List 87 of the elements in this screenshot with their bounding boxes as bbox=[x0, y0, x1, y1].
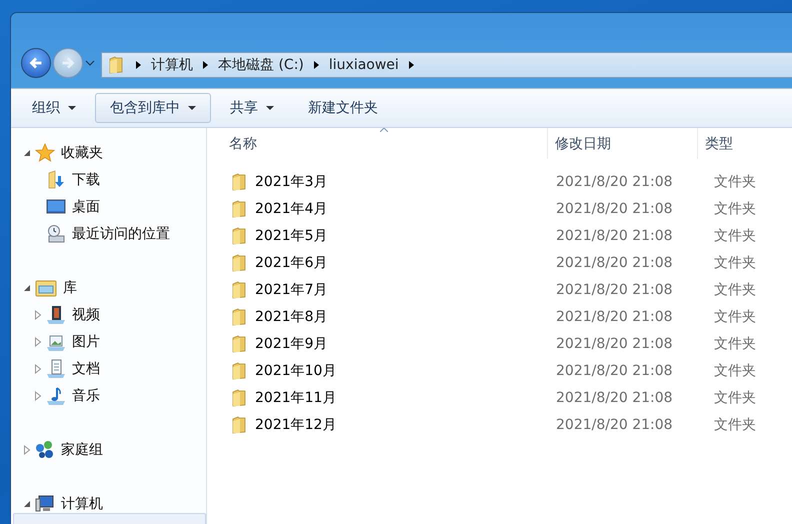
address-bar[interactable]: 计算机 本地磁盘 (C:) liuxiaowei bbox=[101, 52, 792, 78]
breadcrumb-arrow-icon[interactable] bbox=[314, 61, 319, 69]
toolbar-button[interactable]: 新建文件夹 bbox=[293, 93, 393, 123]
breadcrumb-item[interactable]: liuxiaowei bbox=[328, 57, 399, 73]
nav-item[interactable]: 计算机 bbox=[61, 494, 103, 512]
library-folder-icon bbox=[35, 278, 57, 298]
nav-item[interactable]: 库 bbox=[63, 278, 77, 296]
computer-icon bbox=[35, 494, 55, 514]
file-name[interactable]: 2021年11月 bbox=[255, 388, 336, 406]
file-type: 文件夹 bbox=[713, 280, 756, 298]
collapse-arrow-icon[interactable] bbox=[23, 148, 31, 158]
homegroup-icon bbox=[35, 440, 55, 460]
file-name[interactable]: 2021年4月 bbox=[255, 200, 328, 218]
nav-item[interactable]: 下载 bbox=[72, 170, 100, 188]
nav-item[interactable]: 视频 bbox=[72, 306, 100, 324]
modified-date: 2021/8/20 21:08 bbox=[555, 174, 674, 190]
collapse-arrow-icon[interactable] bbox=[23, 498, 31, 508]
nav-item[interactable]: 桌面 bbox=[72, 198, 100, 216]
expand-arrow-icon[interactable] bbox=[34, 310, 42, 320]
file-name[interactable]: 2021年7月 bbox=[255, 280, 328, 298]
modified-date: 2021/8/20 21:08 bbox=[555, 200, 674, 216]
nav-item[interactable]: 收藏夹 bbox=[61, 144, 103, 162]
desktop-icon bbox=[46, 196, 66, 216]
nav-item[interactable]: 最近访问的位置 bbox=[72, 224, 170, 242]
toolbar-button[interactable]: 组织 bbox=[17, 93, 91, 123]
toolbar-button[interactable]: 共享 bbox=[215, 93, 289, 123]
toolbar-button[interactable]: 包含到库中 bbox=[95, 93, 211, 123]
breadcrumb-arrow-icon[interactable] bbox=[408, 61, 414, 69]
modified-date: 2021/8/20 21:08 bbox=[555, 416, 674, 432]
folder-icon bbox=[108, 56, 124, 74]
folder-icon bbox=[231, 200, 247, 218]
folder-icon bbox=[231, 308, 247, 326]
file-type: 文件夹 bbox=[713, 254, 756, 272]
folder-icon bbox=[231, 226, 247, 244]
breadcrumb-item[interactable]: 本地磁盘 (C:) bbox=[218, 56, 304, 74]
file-type: 文件夹 bbox=[713, 388, 756, 406]
file-name[interactable]: 2021年8月 bbox=[255, 308, 328, 326]
nav-item[interactable]: 文档 bbox=[72, 360, 100, 378]
column-header[interactable]: 名称 bbox=[207, 128, 548, 159]
file-type: 文件夹 bbox=[713, 334, 756, 352]
modified-date: 2021/8/20 21:08 bbox=[555, 228, 674, 244]
collapse-arrow-icon[interactable] bbox=[23, 282, 31, 292]
file-name[interactable]: 2021年9月 bbox=[255, 334, 328, 352]
document-library-icon bbox=[46, 358, 66, 378]
nav-item[interactable]: 音乐 bbox=[72, 386, 100, 404]
file-name[interactable]: 2021年5月 bbox=[255, 226, 328, 244]
modified-date: 2021/8/20 21:08 bbox=[555, 254, 674, 270]
column-header[interactable]: 修改日期 bbox=[548, 128, 698, 159]
modified-date: 2021/8/20 21:08 bbox=[555, 390, 674, 406]
download-folder-icon bbox=[46, 170, 66, 190]
folder-icon bbox=[231, 172, 247, 190]
folder-icon bbox=[231, 416, 247, 434]
file-name[interactable]: 2021年3月 bbox=[255, 172, 328, 190]
breadcrumb-item[interactable]: 计算机 bbox=[151, 56, 193, 74]
file-type: 文件夹 bbox=[713, 172, 756, 190]
breadcrumb-arrow-icon[interactable] bbox=[136, 61, 141, 69]
file-name[interactable]: 2021年10月 bbox=[255, 362, 336, 380]
nav-item[interactable]: 图片 bbox=[72, 332, 100, 350]
music-note-icon bbox=[46, 386, 66, 406]
file-name[interactable]: 2021年12月 bbox=[255, 416, 336, 434]
file-type: 文件夹 bbox=[713, 200, 756, 218]
expand-arrow-icon[interactable] bbox=[34, 364, 42, 374]
folder-icon bbox=[231, 254, 247, 272]
modified-date: 2021/8/20 21:08 bbox=[555, 308, 674, 324]
modified-date: 2021/8/20 21:08 bbox=[555, 282, 674, 298]
film-icon bbox=[46, 304, 66, 324]
expand-arrow-icon[interactable] bbox=[23, 444, 31, 454]
back-button[interactable] bbox=[21, 48, 51, 78]
folder-icon bbox=[231, 280, 247, 298]
modified-date: 2021/8/20 21:08 bbox=[555, 362, 674, 378]
recent-places-icon bbox=[46, 224, 66, 244]
file-type: 文件夹 bbox=[713, 226, 756, 244]
expand-arrow-icon[interactable] bbox=[34, 390, 42, 400]
folder-icon bbox=[231, 334, 247, 352]
star-icon bbox=[35, 142, 55, 162]
column-header[interactable]: 类型 bbox=[698, 128, 792, 159]
nav-item[interactable]: 家庭组 bbox=[61, 440, 103, 458]
folder-icon bbox=[231, 388, 247, 406]
file-name[interactable]: 2021年6月 bbox=[255, 254, 328, 272]
folder-icon bbox=[231, 362, 247, 380]
modified-date: 2021/8/20 21:08 bbox=[555, 336, 674, 352]
file-type: 文件夹 bbox=[713, 362, 756, 380]
breadcrumb-arrow-icon[interactable] bbox=[203, 61, 208, 69]
dropdown-caret-icon[interactable] bbox=[85, 60, 95, 66]
file-type: 文件夹 bbox=[713, 308, 756, 326]
file-type: 文件夹 bbox=[713, 416, 756, 434]
expand-arrow-icon[interactable] bbox=[34, 336, 42, 346]
